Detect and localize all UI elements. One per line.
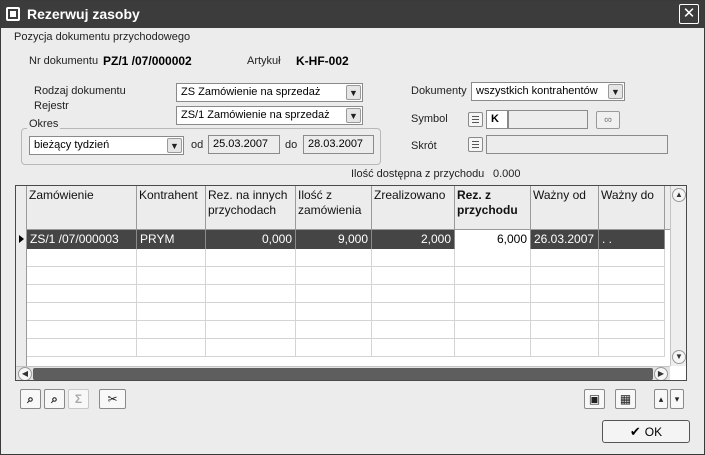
rodzaj-dokumentu-select[interactable]: ZS Zamówienie na sprzedaż ▼ [176, 83, 363, 102]
expand-rows-icon[interactable]: ▾ [670, 389, 684, 409]
empty-row [27, 285, 665, 303]
collapse-rows-icon[interactable]: ▴ [654, 389, 668, 409]
check-icon: ✔ [629, 424, 641, 439]
sum-icon[interactable]: Σ [68, 389, 89, 409]
cell-kontrahent[interactable]: PRYM [137, 230, 206, 249]
skrot-label: Skrót [411, 140, 437, 152]
cell-ilosc-zamowienia[interactable]: 9,000 [296, 230, 372, 249]
od-label: od [191, 139, 204, 151]
od-date-field[interactable]: 25.03.2007 [208, 135, 280, 154]
row-selector-column [16, 186, 27, 380]
ilosc-dostepna-value: 0.000 [493, 168, 521, 180]
okres-select[interactable]: bieżący tydzień ▼ [29, 136, 184, 155]
scrollbar-thumb[interactable] [33, 368, 653, 380]
close-button[interactable]: ✕ [679, 4, 699, 24]
column-header-zamowienie[interactable]: Zamówienie [27, 186, 137, 230]
empty-row [27, 321, 665, 339]
scroll-down-icon[interactable]: ▼ [672, 350, 686, 364]
binoculars-icon[interactable]: ⌕ [20, 389, 41, 409]
artykul-value: K-HF-002 [296, 54, 349, 68]
scroll-up-icon[interactable]: ▲ [672, 188, 686, 202]
empty-row [27, 303, 665, 321]
chevron-down-icon: ▼ [167, 138, 182, 153]
rejestr-label: Rejestr [34, 100, 69, 112]
column-header-ilosc-zamowienia[interactable]: Ilość z zamówienia [296, 186, 372, 230]
filter-binoculars-icon[interactable]: ⌕ [44, 389, 65, 409]
cell-wazny-do[interactable]: . . [599, 230, 665, 249]
column-header-kontrahent[interactable]: Kontrahent [137, 186, 206, 230]
calculator-icon[interactable]: ▦ [615, 389, 636, 409]
horizontal-scrollbar[interactable]: ◀ ▶ [16, 366, 670, 380]
nr-dokumentu-value: PZ/1 /07/000002 [103, 54, 192, 68]
reservations-grid: Zamówienie Kontrahent Rez. na innych prz… [15, 185, 687, 381]
list-icon[interactable] [468, 112, 483, 127]
vertical-scrollbar[interactable]: ▲ ▼ [670, 186, 686, 366]
scroll-left-icon[interactable]: ◀ [18, 367, 32, 380]
rodzaj-dokumentu-label: Rodzaj dokumentu [34, 85, 126, 97]
tools-icon[interactable]: ✂ [99, 389, 126, 409]
column-header-wazny-od[interactable]: Ważny od [531, 186, 599, 230]
empty-row [27, 267, 665, 285]
ilosc-dostepna-label: Ilość dostępna z przychodu [351, 168, 485, 180]
do-label: do [285, 139, 298, 151]
save-icon[interactable]: ▣ [584, 389, 605, 409]
symbol-field[interactable]: K [486, 110, 508, 129]
empty-row [27, 249, 665, 267]
okres-label: Okres [27, 118, 61, 130]
do-date-field[interactable]: 28.03.2007 [303, 135, 374, 154]
ok-label: OK [644, 425, 663, 439]
chevron-down-icon: ▼ [346, 85, 361, 100]
dialog-window: Rezerwuj zasoby ✕ Pozycja dokumentu przy… [0, 0, 705, 455]
symbol-label: Symbol [411, 113, 448, 125]
title-bar: Rezerwuj zasoby ✕ [1, 1, 704, 28]
rejestr-select[interactable]: ZS/1 Zamówienie na sprzedaż ▼ [176, 106, 363, 125]
chevron-down-icon: ▼ [346, 108, 361, 123]
skrot-field[interactable] [486, 135, 668, 154]
glasses-icon[interactable]: ∞ [596, 111, 620, 129]
column-header-rez-przychodu[interactable]: Rez. z przychodu [455, 186, 531, 230]
column-header-rez-innych[interactable]: Rez. na innych przychodach [206, 186, 296, 230]
ok-button[interactable]: ✔ OK [602, 420, 690, 443]
cell-wazny-od[interactable]: 26.03.2007 [531, 230, 599, 249]
okres-value: bieżący tydzień [34, 139, 110, 151]
scroll-right-icon[interactable]: ▶ [654, 367, 668, 380]
cell-rez-innych[interactable]: 0,000 [206, 230, 296, 249]
table-row[interactable]: ZS/1 /07/000003 PRYM 0,000 9,000 2,000 6… [27, 230, 665, 249]
rodzaj-dokumentu-value: ZS Zamówienie na sprzedaż [181, 86, 321, 98]
grid-header: Zamówienie Kontrahent Rez. na innych prz… [16, 186, 670, 230]
section-title: Pozycja dokumentu przychodowego [14, 31, 191, 43]
cell-zrealizowano[interactable]: 2,000 [372, 230, 455, 249]
column-header-wazny-do[interactable]: Ważny do [599, 186, 665, 230]
list-icon[interactable] [468, 137, 483, 152]
chevron-down-icon: ▼ [608, 84, 623, 99]
cell-rez-przychodu-input[interactable]: 6,000 [455, 230, 531, 249]
nr-dokumentu-label: Nr dokumentu [29, 55, 99, 67]
rejestr-value: ZS/1 Zamówienie na sprzedaż [181, 109, 330, 121]
app-icon [6, 7, 20, 21]
artykul-label: Artykuł [247, 55, 281, 67]
current-row-marker-icon [19, 235, 24, 243]
window-title: Rezerwuj zasoby [27, 6, 140, 22]
cell-zamowienie[interactable]: ZS/1 /07/000003 [27, 230, 137, 249]
dokumenty-label: Dokumenty [411, 85, 467, 97]
dokumenty-value: wszystkich kontrahentów [476, 85, 598, 97]
symbol-extra-field[interactable] [508, 110, 588, 129]
empty-row [27, 339, 665, 357]
dokumenty-select[interactable]: wszystkich kontrahentów ▼ [471, 82, 625, 101]
column-header-zrealizowano[interactable]: Zrealizowano [372, 186, 455, 230]
